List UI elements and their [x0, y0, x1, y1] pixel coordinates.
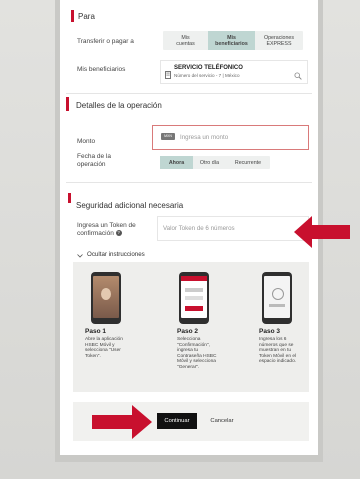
cancel-button[interactable]: Cancelar [205, 413, 239, 429]
currency-badge: MXN [161, 133, 175, 140]
instructions-box: Paso 1 Abre la aplicación HSBC Móvil y s… [73, 262, 309, 392]
option-line2: cuentas [176, 40, 195, 47]
date-option-other-day[interactable]: Otro día [193, 156, 226, 169]
option-mis-cuentas[interactable]: Mis cuentas [163, 31, 208, 50]
screen-button [185, 306, 203, 311]
option-operaciones-express[interactable]: Operaciones EXPRESS [255, 31, 303, 50]
section-marker [66, 97, 69, 111]
annotation-arrow-left [294, 216, 350, 248]
step-1-description: Abre la aplicación HSBC Móvil y seleccio… [85, 337, 123, 359]
date-selector: Ahora Otro día Recurrente [160, 156, 270, 169]
section-title-para: Para [78, 12, 95, 21]
transfer-type-selector: Mis cuentas Mis beneficiarios Operaciones E… [163, 31, 303, 50]
token-label-text: Ingresa un Token de confirmación [77, 222, 136, 237]
divider [66, 182, 312, 183]
toggle-instructions[interactable]: Ocultar instrucciones [77, 251, 145, 258]
transfer-form-panel: Para Transferir o pagar a Mis cuentas Mis… [60, 0, 318, 455]
phone-illustration [91, 272, 121, 324]
amount-input[interactable]: MXN Ingresa un monto [152, 125, 309, 150]
search-icon[interactable] [294, 67, 302, 80]
transfer-label: Transferir o pagar a [77, 38, 134, 45]
app-header [181, 276, 207, 281]
token-placeholder: Valor Token de 6 números [163, 225, 235, 232]
step-2-title: Paso 2 [177, 328, 198, 335]
section-marker [71, 10, 74, 22]
screen-block [269, 304, 285, 307]
date-option-now[interactable]: Ahora [160, 156, 193, 169]
step-1-title: Paso 1 [85, 328, 106, 335]
annotation-arrow-right [92, 405, 152, 439]
beneficiary-detail: Número del servicio - 7 | México [174, 73, 240, 78]
option-mis-beneficiarios[interactable]: Mis beneficiarios [208, 31, 255, 50]
option-line2: EXPRESS [266, 40, 292, 47]
step-2-description: Selecciona "Confirmación", ingresa tu Co… [177, 337, 217, 370]
date-option-recurring[interactable]: Recurrente [226, 156, 270, 169]
token-circle [272, 288, 284, 300]
phone-illustration [262, 272, 292, 324]
token-input[interactable]: Valor Token de 6 números [157, 216, 309, 241]
beneficiary-name: SERVICIO TELÉFONICO [174, 65, 243, 71]
phone-screen [264, 276, 290, 318]
person-photo [101, 288, 111, 300]
screen-block [185, 296, 203, 300]
phone-screen [181, 276, 207, 318]
section-title-seguridad: Seguridad adicional necesaria [76, 201, 184, 210]
amount-placeholder: Ingresa un monto [180, 134, 229, 141]
beneficiarios-label: Mis beneficiarios [77, 66, 126, 73]
building-icon [165, 66, 171, 79]
info-icon[interactable]: ? [115, 230, 122, 237]
chevron-down-icon [77, 253, 83, 258]
phone-illustration [179, 272, 209, 324]
divider [66, 93, 312, 94]
toggle-instructions-label: Ocultar instrucciones [87, 251, 145, 258]
beneficiary-selector[interactable]: SERVICIO TELÉFONICO Número del servicio … [160, 60, 308, 84]
option-line2: beneficiarios [215, 40, 248, 47]
step-3-description: Ingresa los 6 números que se muestran en… [259, 337, 297, 365]
continue-button[interactable]: Continuar [157, 413, 197, 429]
screen-block [185, 288, 203, 292]
token-label: Ingresa un Token de confirmación ? [77, 222, 155, 238]
section-title-detalles: Detalles de la operación [76, 101, 162, 110]
monto-label: Monto [77, 138, 96, 145]
fecha-label: Fecha de la operación [77, 153, 111, 168]
section-marker [68, 193, 71, 203]
phone-screen [93, 276, 119, 318]
step-3-title: Paso 3 [259, 328, 280, 335]
